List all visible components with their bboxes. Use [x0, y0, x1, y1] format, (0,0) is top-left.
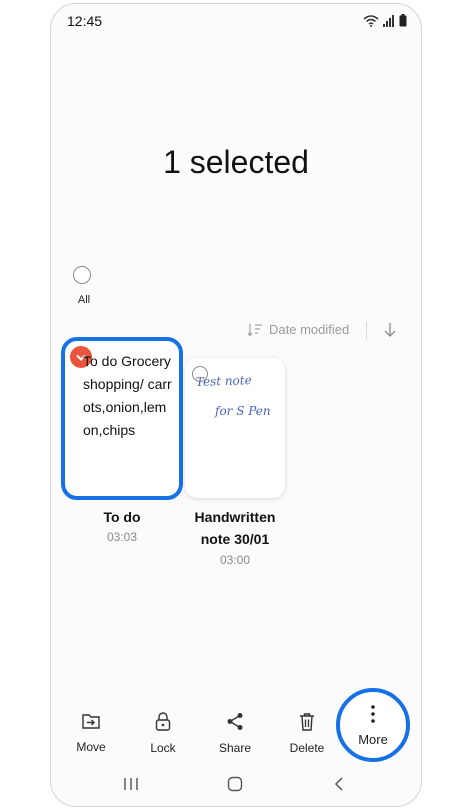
more-button[interactable]: More	[336, 688, 410, 762]
trash-icon	[300, 713, 314, 731]
wifi-icon	[363, 14, 379, 27]
recent-apps-icon[interactable]	[123, 776, 139, 792]
more-vertical-icon	[371, 705, 375, 723]
phone-screen: 12:45 1 selected All Date modified To do…	[50, 3, 422, 807]
svg-text:Test note: Test note	[196, 373, 252, 389]
svg-text:for S Pen: for S Pen	[214, 404, 271, 418]
lock-button[interactable]: Lock	[133, 712, 193, 755]
sort-label: Date modified	[269, 322, 350, 337]
status-time: 12:45	[67, 13, 103, 29]
move-label: Move	[76, 740, 106, 754]
sort-button[interactable]: Date modified	[247, 322, 349, 337]
note-time-todo: 03:03	[106, 530, 138, 544]
select-all-checkbox[interactable]: All	[73, 266, 95, 306]
sort-divider	[366, 322, 367, 340]
share-button[interactable]: Share	[205, 712, 265, 755]
share-icon	[227, 713, 243, 730]
lock-icon	[155, 712, 171, 731]
note-title-handwritten: Handwritten note 30/01	[194, 509, 276, 547]
note-preview-text: To do Grocery shopping/ carrots,onion,le…	[83, 353, 172, 438]
select-all-circle	[73, 266, 91, 284]
note-title-todo: To do	[103, 509, 141, 525]
sort-icon	[247, 323, 262, 336]
select-all-label: All	[77, 294, 91, 306]
move-icon	[82, 714, 100, 729]
battery-icon	[399, 14, 407, 27]
home-icon[interactable]	[227, 776, 243, 792]
page-title: 1 selected	[163, 144, 309, 180]
note-card-handwritten[interactable]: Test note for S Pen	[185, 358, 285, 498]
navigation-bar	[51, 772, 421, 802]
status-icons	[363, 14, 407, 27]
back-icon[interactable]	[333, 776, 345, 792]
move-button[interactable]: Move	[61, 712, 121, 754]
note-card-todo[interactable]: To do Grocery shopping/ carrots,onion,le…	[61, 337, 183, 500]
share-label: Share	[218, 741, 252, 755]
note-time-handwritten: 03:00	[219, 553, 251, 567]
lock-label: Lock	[150, 741, 176, 755]
signal-icon	[383, 14, 394, 27]
more-label: More	[358, 732, 388, 747]
sort-direction-icon[interactable]	[383, 321, 397, 339]
delete-label: Delete	[289, 741, 325, 755]
handwriting-preview: Test note for S Pen	[196, 373, 271, 418]
status-bar: 12:45	[51, 4, 421, 40]
delete-button[interactable]: Delete	[277, 712, 337, 755]
